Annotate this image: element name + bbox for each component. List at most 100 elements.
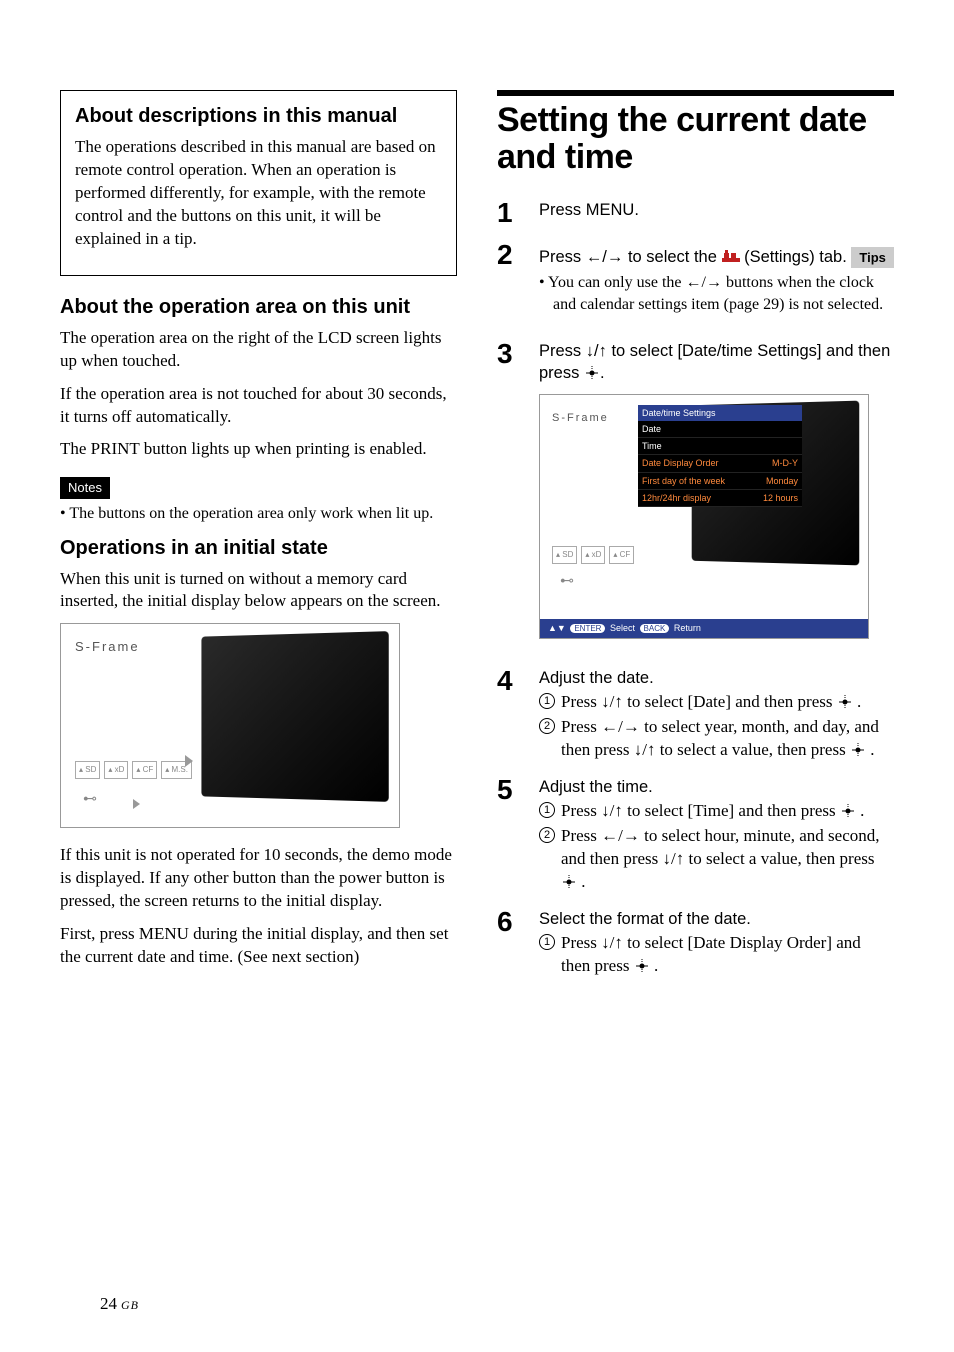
down-up-arrows-icon: ↓/↑ bbox=[601, 692, 623, 711]
about-descriptions-body: The operations described in this manual … bbox=[75, 136, 442, 251]
initial-state-heading: Operations in an initial state bbox=[60, 535, 457, 562]
menu-label: First day of the week bbox=[642, 475, 725, 487]
initial-state-p2: If this unit is not operated for 10 seco… bbox=[60, 844, 457, 913]
step-6: 6 Select the format of the date. 1 Press… bbox=[497, 908, 894, 978]
menu-footer: ▲▼ ENTER Select BACK Return bbox=[540, 619, 868, 638]
slot-xd: ▴ xD bbox=[581, 546, 605, 564]
operation-area-p1: The operation area on the right of the L… bbox=[60, 327, 457, 373]
slot-sd: ▴ SD bbox=[75, 761, 100, 779]
menu-title: Date/time Settings bbox=[638, 405, 802, 421]
step-1: 1 Press MENU. bbox=[497, 199, 894, 227]
step-number: 5 bbox=[497, 776, 521, 894]
menu-label: 12hr/24hr display bbox=[642, 492, 711, 504]
text: Press bbox=[539, 342, 586, 360]
down-up-arrows-icon: ↓/↑ bbox=[586, 342, 607, 360]
text: . bbox=[870, 740, 874, 759]
text: . bbox=[654, 956, 658, 975]
sframe-logo: S-Frame bbox=[75, 638, 140, 656]
step-2-body: Press ←/→ to select the (Settings) tab. … bbox=[539, 241, 894, 326]
text: . bbox=[600, 364, 605, 382]
text: to select the bbox=[623, 248, 721, 266]
usb-icon: ⊷ bbox=[560, 571, 574, 590]
text: . bbox=[581, 872, 585, 891]
enter-icon bbox=[840, 804, 856, 818]
text: . bbox=[860, 801, 864, 820]
about-descriptions-heading: About descriptions in this manual bbox=[75, 103, 442, 130]
text: to select [Date] and then press bbox=[623, 692, 837, 711]
card-slots: ▴ SD ▴ xD ▴ CF bbox=[552, 546, 634, 564]
step-number: 3 bbox=[497, 340, 521, 654]
enter-icon bbox=[634, 959, 650, 973]
slot-xd: ▴ xD bbox=[104, 761, 128, 779]
circled-2-icon: 2 bbox=[539, 827, 555, 843]
step-2: 2 Press ←/→ to select the (Settings) tab… bbox=[497, 241, 894, 326]
step-5: 5 Adjust the time. 1 Press ↓/↑ to select… bbox=[497, 776, 894, 894]
menu-value: 12 hours bbox=[763, 492, 798, 504]
step-number: 4 bbox=[497, 667, 521, 762]
arrow-icon bbox=[133, 799, 140, 809]
footer-select: Select bbox=[610, 623, 635, 633]
step-6-heading: Select the format of the date. bbox=[539, 908, 894, 930]
notes-label: Notes bbox=[60, 477, 110, 499]
slot-cf: ▴ CF bbox=[609, 546, 634, 564]
down-up-arrows-icon: ↓/↑ bbox=[601, 801, 623, 820]
menu-row: Time bbox=[638, 438, 802, 455]
substep: 1 Press ↓/↑ to select [Date Display Orde… bbox=[539, 932, 894, 978]
text: Press bbox=[561, 826, 601, 845]
circled-1-icon: 1 bbox=[539, 934, 555, 950]
menu-row: Date Display Order M-D-Y bbox=[638, 455, 802, 472]
menu-overlay: Date/time Settings Date Time Date Displa… bbox=[638, 405, 802, 507]
down-up-arrows-icon: ↓/↑ bbox=[601, 933, 623, 952]
nav-arrows-icon: ▲▼ bbox=[548, 623, 566, 633]
menu-value: Monday bbox=[766, 475, 798, 487]
step-3: 3 Press ↓/↑ to select [Date/time Setting… bbox=[497, 340, 894, 654]
operation-area-heading: About the operation area on this unit bbox=[60, 294, 457, 321]
step-5-body: Adjust the time. 1 Press ↓/↑ to select [… bbox=[539, 776, 894, 894]
operation-area-p2: If the operation area is not touched for… bbox=[60, 383, 457, 429]
substep: 1 Press ↓/↑ to select [Time] and then pr… bbox=[539, 800, 894, 823]
page-region: GB bbox=[121, 1298, 139, 1312]
usb-icon: ⊷ bbox=[83, 791, 97, 810]
operation-area-p3: The PRINT button lights up when printing… bbox=[60, 438, 457, 461]
date-time-menu-illustration: S-Frame Date/time Settings Date Time Dat… bbox=[539, 394, 869, 639]
card-slots: ▴ SD ▴ xD ▴ CF ▴ M.S. bbox=[75, 761, 192, 779]
text: Press bbox=[561, 933, 601, 952]
text: Press bbox=[561, 717, 601, 736]
step-3-body: Press ↓/↑ to select [Date/time Settings]… bbox=[539, 340, 894, 654]
initial-state-p1: When this unit is turned on without a me… bbox=[60, 568, 457, 614]
circled-1-icon: 1 bbox=[539, 802, 555, 818]
menu-value: M-D-Y bbox=[772, 457, 798, 469]
menu-row: Date bbox=[638, 421, 802, 438]
text: to select [Time] and then press bbox=[623, 801, 840, 820]
left-right-arrows-icon: ←/→ bbox=[586, 248, 624, 266]
tip-item: You can only use the ←/→ buttons when th… bbox=[539, 272, 894, 315]
substep: 1 Press ↓/↑ to select [Date] and then pr… bbox=[539, 691, 894, 714]
footer-return: Return bbox=[674, 623, 701, 633]
left-right-arrows-icon: ←/→ bbox=[601, 826, 640, 845]
page-title: Setting the current date and time bbox=[497, 102, 894, 177]
text: to select a value, then press bbox=[684, 849, 874, 868]
left-right-arrows-icon: ←/→ bbox=[601, 717, 640, 736]
initial-display-illustration: S-Frame ▴ SD ▴ xD ▴ CF ▴ M.S. ⊷ bbox=[60, 623, 400, 828]
initial-state-p3: First, press MENU during the initial dis… bbox=[60, 923, 457, 969]
settings-icon bbox=[722, 250, 740, 264]
text: (Settings) tab. bbox=[740, 248, 847, 266]
step-6-body: Select the format of the date. 1 Press ↓… bbox=[539, 908, 894, 978]
menu-row: First day of the week Monday bbox=[638, 473, 802, 490]
title-rule bbox=[497, 90, 894, 96]
down-up-arrows-icon: ↓/↑ bbox=[634, 740, 656, 759]
step-4-heading: Adjust the date. bbox=[539, 667, 894, 689]
menu-label: Date bbox=[642, 423, 661, 435]
substep: 2 Press ←/→ to select year, month, and d… bbox=[539, 716, 894, 762]
menu-label: Time bbox=[642, 440, 662, 452]
about-descriptions-box: About descriptions in this manual The op… bbox=[60, 90, 457, 276]
enter-icon bbox=[584, 366, 600, 380]
step-number: 1 bbox=[497, 199, 521, 227]
device-screen bbox=[201, 632, 388, 803]
back-pill: BACK bbox=[640, 624, 670, 633]
arrow-icon bbox=[185, 755, 193, 767]
left-right-arrows-icon: ←/→ bbox=[686, 274, 722, 291]
text: . bbox=[857, 692, 861, 711]
menu-label: Date Display Order bbox=[642, 457, 719, 469]
step-5-heading: Adjust the time. bbox=[539, 776, 894, 798]
